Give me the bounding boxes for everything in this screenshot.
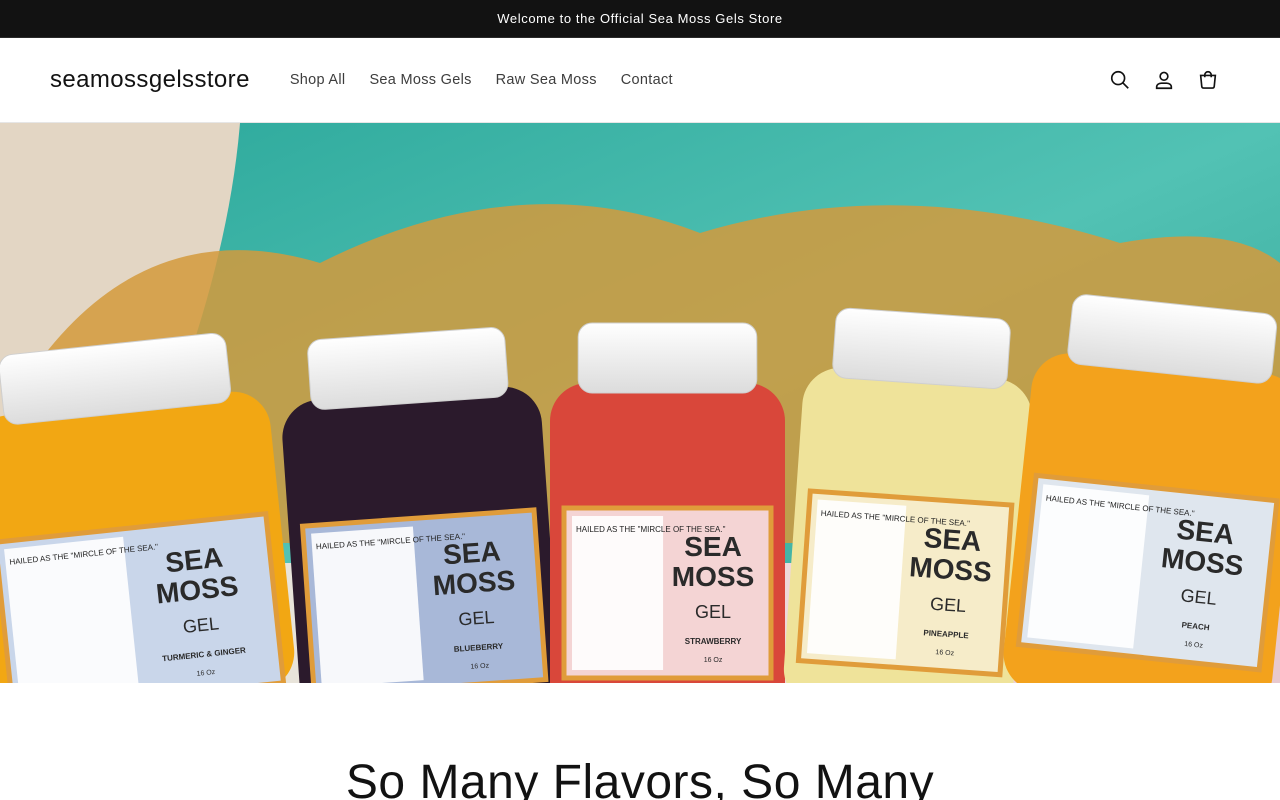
jar-size: 16 Oz xyxy=(935,649,955,657)
jar-gel: GEL xyxy=(182,613,220,637)
jar-size: 16 Oz xyxy=(704,657,723,664)
jar-label-panel xyxy=(572,516,664,670)
nav-sea-moss-gels[interactable]: Sea Moss Gels xyxy=(357,64,483,96)
store-logo[interactable]: seamossgelsstore xyxy=(50,66,250,94)
account-icon xyxy=(1155,71,1173,90)
header-icons xyxy=(1098,58,1230,102)
search-button[interactable] xyxy=(1098,58,1142,102)
section-heading: So Many Flavors, So Many xyxy=(345,756,935,800)
jar-title: MOSS xyxy=(908,551,992,588)
jar-cap xyxy=(307,327,509,410)
hero-banner[interactable]: HAILED AS THE "MIRCLE OF THE SEA." SEA MOS… xyxy=(0,123,1280,683)
main-nav: Shop All Sea Moss Gels Raw Sea Moss Cont… xyxy=(278,64,685,96)
jar-cap xyxy=(832,307,1011,389)
jar-title: SEA xyxy=(684,531,742,562)
cart-icon xyxy=(1199,71,1217,89)
jar-gel: GEL xyxy=(695,602,731,622)
cart-button[interactable] xyxy=(1186,58,1230,102)
jar-title: MOSS xyxy=(672,561,754,592)
nav-contact[interactable]: Contact xyxy=(609,64,685,96)
announcement-bar: Welcome to the Official Sea Moss Gels St… xyxy=(0,0,1280,38)
jar-gel: GEL xyxy=(1180,585,1218,609)
jar-gel: GEL xyxy=(929,594,966,616)
nav-raw-sea-moss[interactable]: Raw Sea Moss xyxy=(484,64,609,96)
jar-title: MOSS xyxy=(432,564,516,601)
jar-cap xyxy=(577,322,758,394)
jar-size: 16 Oz xyxy=(470,662,490,670)
site-header: seamossgelsstore Shop All Sea Moss Gels … xyxy=(0,38,1280,123)
nav-shop-all[interactable]: Shop All xyxy=(278,64,358,96)
account-button[interactable] xyxy=(1142,58,1186,102)
search-icon xyxy=(1110,70,1129,89)
jar-flavor: STRAWBERRY xyxy=(685,637,742,646)
jar-strawberry: HAILED AS THE "MIRCLE OF THE SEA."SEAMOS… xyxy=(550,322,785,683)
flavors-section: So Many Flavors, So Many xyxy=(0,683,1280,800)
jar-label-panel xyxy=(806,499,907,660)
hero-image: HAILED AS THE "MIRCLE OF THE SEA." SEAMOS… xyxy=(0,123,1280,683)
jar-gel: GEL xyxy=(458,607,495,629)
announcement-text: Welcome to the Official Sea Moss Gels St… xyxy=(497,11,783,26)
